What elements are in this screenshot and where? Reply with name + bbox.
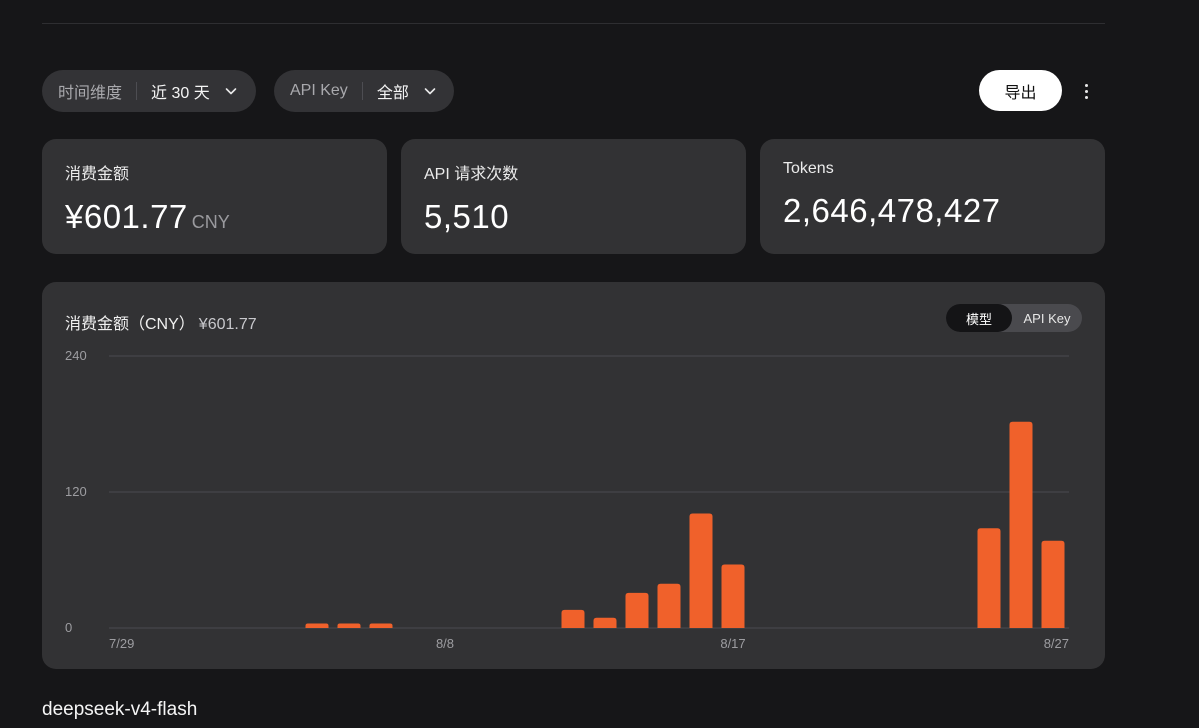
- bar: [561, 609, 585, 628]
- toggle-model[interactable]: 模型: [946, 304, 1012, 332]
- group-by-toggle: 模型 API Key: [946, 304, 1082, 332]
- stat-value: 5,510: [424, 198, 510, 235]
- y-tick-label: 120: [65, 484, 87, 499]
- time-range-value: 近 30 天: [151, 85, 210, 102]
- y-tick-label: 0: [65, 620, 72, 635]
- model-section-title: deepseek-v4-flash: [42, 699, 198, 720]
- bar: [625, 592, 649, 628]
- filter-separator: [361, 82, 363, 100]
- api-key-filter-label: API Key: [290, 82, 348, 99]
- bar: [305, 623, 329, 628]
- bar: [1009, 421, 1033, 628]
- x-tick-label: 8/17: [720, 636, 745, 651]
- spend-bar-chart: 0 120 240 7/29 8/8 8/17 8/27: [65, 348, 1069, 651]
- dot: [1084, 95, 1088, 99]
- bar: [337, 623, 361, 628]
- time-range-filter[interactable]: 时间维度 近 30 天: [42, 70, 256, 112]
- bar: [369, 623, 393, 628]
- stat-label: API 请求次数: [424, 166, 519, 183]
- dot: [1084, 83, 1088, 87]
- bar: [721, 564, 745, 628]
- stat-label: 消费金额: [65, 166, 130, 183]
- chart-title: 消费金额（CNY） ¥601.77: [65, 310, 257, 334]
- chevron-down-icon: [424, 88, 436, 95]
- bar: [1041, 540, 1065, 628]
- y-tick-label: 240: [65, 348, 87, 363]
- bar: [657, 583, 681, 628]
- toggle-api-key[interactable]: API Key: [1012, 304, 1082, 332]
- stat-value: 2,646,478,427: [783, 192, 1001, 229]
- more-options-icon[interactable]: [1074, 78, 1098, 104]
- spend-chart-panel: 0 120 240 7/29 8/8 8/17 8/27 消费金额（CNY） ¥601.77 …: [42, 282, 1105, 669]
- stat-value-amount: ¥601.77: [65, 198, 188, 235]
- top-divider: [42, 23, 1105, 24]
- bar: [593, 617, 617, 628]
- chart-total: ¥601.77: [198, 316, 257, 333]
- time-range-label: 时间维度: [58, 85, 123, 102]
- x-tick-label: 8/27: [1044, 636, 1069, 651]
- chart-title-text: 消费金额（CNY）: [65, 316, 195, 333]
- stat-card-tokens: Tokens 2,646,478,427: [760, 139, 1105, 254]
- bar: [977, 528, 1001, 628]
- x-tick-label: 7/29: [109, 636, 134, 651]
- dot: [1084, 89, 1088, 93]
- stat-label: Tokens: [783, 160, 834, 177]
- stat-value: ¥601.77 CNY: [65, 198, 364, 236]
- x-tick-label: 8/8: [436, 636, 454, 651]
- export-button[interactable]: 导出: [979, 70, 1062, 111]
- filter-separator: [136, 82, 138, 100]
- stat-unit: CNY: [191, 212, 230, 232]
- chevron-down-icon: [225, 88, 237, 95]
- stat-card-requests: API 请求次数 5,510: [401, 139, 746, 254]
- api-key-filter[interactable]: API Key 全部: [274, 70, 454, 112]
- bar: [689, 513, 713, 628]
- api-key-filter-value: 全部: [376, 85, 409, 102]
- stat-card-spend: 消费金额 ¥601.77 CNY: [42, 139, 387, 254]
